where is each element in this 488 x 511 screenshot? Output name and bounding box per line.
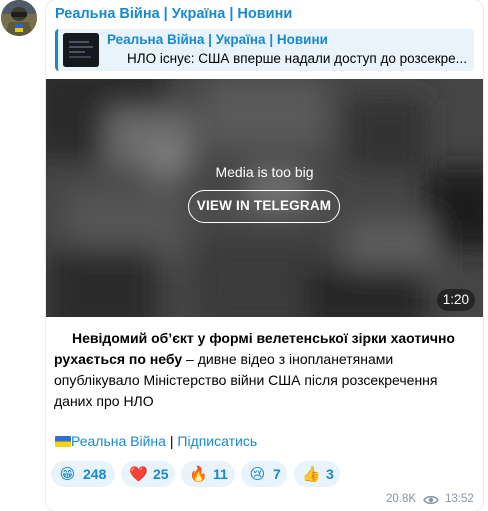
crying-face-icon: 😢 (249, 466, 266, 483)
view-in-telegram-button[interactable]: VIEW IN TELEGRAM (188, 190, 340, 223)
reply-thumbnail (63, 33, 99, 67)
reply-preview[interactable]: Реальна Війна | Україна | Новини НЛО існ… (55, 29, 474, 71)
heart-icon: ❤️ (129, 466, 148, 483)
footer-separator: | (165, 433, 178, 449)
video-media[interactable]: Media is too big VIEW IN TELEGRAM 1:20 (46, 79, 483, 317)
reaction-count: 3 (326, 466, 334, 482)
post-text: Невідомий об’єкт у формі велетенської зі… (54, 328, 472, 412)
reaction-grin[interactable]: 😁 248 (51, 461, 115, 487)
reply-title: Реальна Війна | Україна | Новини (107, 32, 328, 47)
reaction-sad[interactable]: 😢 7 (241, 461, 287, 487)
channel-link[interactable]: Реальна Війна (71, 433, 166, 449)
thumbs-up-icon: 👍 (302, 466, 321, 483)
reaction-count: 7 (273, 466, 281, 482)
fire-icon: 🔥 (189, 466, 208, 483)
reaction-heart[interactable]: ❤️ 25 (121, 461, 175, 487)
reaction-count: 11 (213, 466, 228, 482)
reaction-count: 25 (153, 466, 169, 482)
ukraine-flag-icon (55, 436, 71, 447)
post-footer: Реальна Війна | Підписатись (55, 433, 257, 449)
message-bubble: Реальна Війна | Україна | Новини Реальна… (46, 0, 483, 511)
eye-icon (423, 495, 439, 505)
subscribe-link[interactable]: Підписатись (177, 433, 257, 449)
view-count: 20.8K (386, 493, 417, 505)
reaction-fire[interactable]: 🔥 11 (181, 461, 235, 487)
media-too-big-message: Media is too big (215, 164, 314, 180)
message-time: 13:52 (445, 493, 474, 505)
reaction-thumbs-up[interactable]: 👍 3 (294, 461, 340, 487)
grinning-face-icon: 😁 (59, 466, 76, 483)
video-duration-badge: 1:20 (436, 289, 475, 311)
reaction-count: 248 (83, 466, 107, 482)
message-meta: 20.8K 13:52 (386, 493, 475, 507)
channel-name[interactable]: Реальна Війна | Україна | Новини (55, 6, 292, 22)
channel-avatar[interactable] (1, 0, 37, 36)
soldier-avatar-image (1, 0, 37, 36)
reply-text: НЛО існує: США вперше надали доступ до р… (127, 51, 467, 66)
